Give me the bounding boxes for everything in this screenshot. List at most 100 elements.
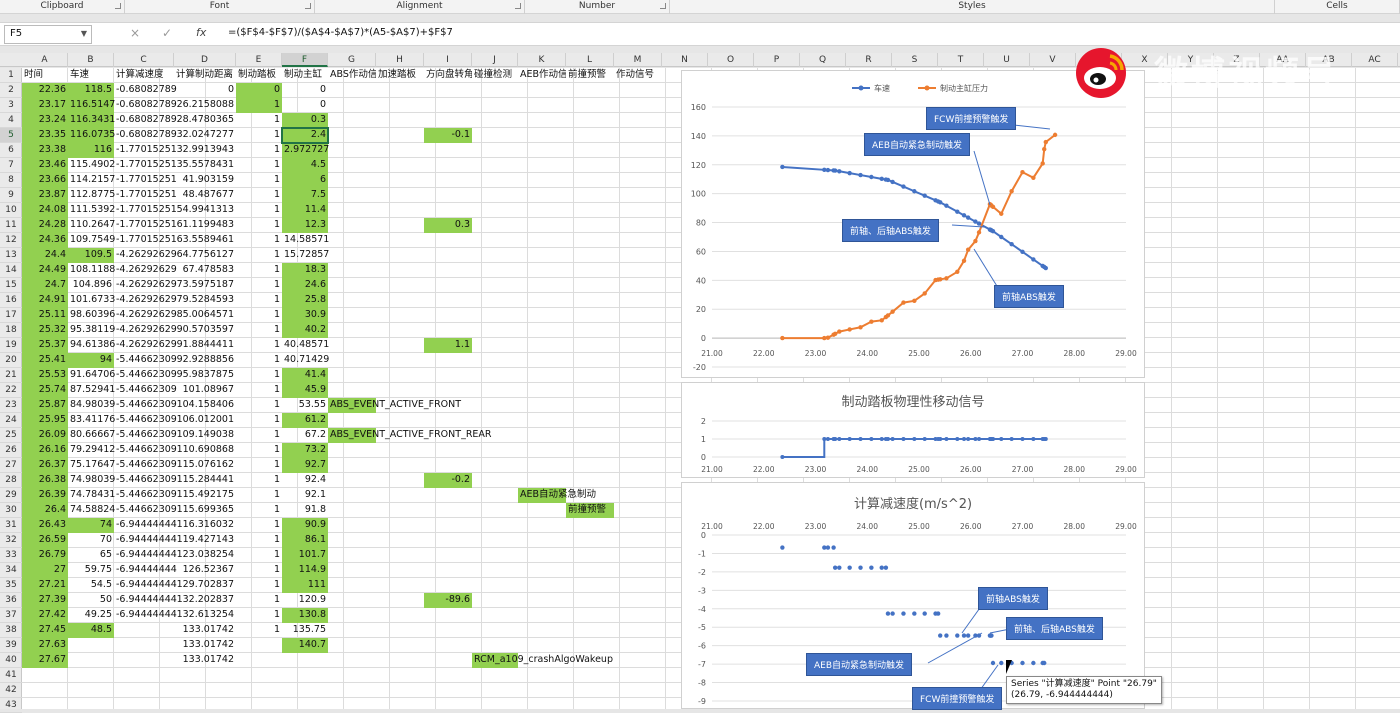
cell-f[interactable]: 73.2 — [282, 443, 328, 458]
cell-j[interactable]: 碰撞检测 — [472, 68, 518, 83]
cell-b[interactable]: 116.3431 — [68, 113, 115, 128]
cell-a[interactable]: 23.17 — [22, 98, 68, 113]
column-header-f[interactable]: F — [282, 53, 328, 67]
cell-d[interactable]: 54.9941313 — [174, 203, 236, 218]
cell-b[interactable]: 74.78431 — [68, 488, 115, 503]
cell-e[interactable]: 1 — [236, 248, 282, 263]
cell-e[interactable]: 1 — [236, 128, 282, 143]
chart-deceleration[interactable]: 计算减速度(m/s^2) 0 -1 -2 -3 -4 -5 -6 -7 -8 -9 21.00 22.… — [681, 482, 1145, 710]
cell-a[interactable]: 22.36 — [22, 83, 68, 98]
cell-a[interactable]: 27.67 — [22, 653, 68, 668]
cell-e[interactable]: 1 — [236, 308, 282, 323]
cell-c[interactable]: -6.94444444 — [114, 593, 177, 608]
cell-f[interactable]: 0 — [282, 98, 328, 113]
cell-c[interactable]: -5.44662309 — [114, 488, 177, 503]
cell-b[interactable]: 84.98039 — [68, 398, 115, 413]
cell-d[interactable]: 106.012001 — [174, 413, 236, 428]
cell-e[interactable]: 1 — [236, 473, 282, 488]
cell-a[interactable]: 26.59 — [22, 533, 68, 548]
cell-f[interactable]: 135.75 — [282, 623, 328, 638]
cell-c[interactable]: -0.68082789 — [114, 128, 177, 143]
cell-c[interactable]: -6.94444444 — [114, 548, 177, 563]
cell-a[interactable]: 25.32 — [22, 323, 68, 338]
row-header[interactable]: 40 — [0, 653, 22, 668]
cell-d[interactable]: 35.5578431 — [174, 158, 236, 173]
cell-d[interactable]: 64.7756127 — [174, 248, 236, 263]
cell-b[interactable]: 94.61386 — [68, 338, 115, 353]
cell-f[interactable]: 40.71429 — [282, 353, 329, 368]
cell-f[interactable]: 92.7 — [282, 458, 328, 473]
cell-b[interactable]: 49.25 — [68, 608, 114, 623]
cell-f[interactable]: 101.7 — [282, 548, 328, 563]
row-header[interactable]: 36 — [0, 593, 22, 608]
column-header-v[interactable]: V — [1030, 53, 1076, 67]
cell-f[interactable]: 92.4 — [282, 473, 328, 488]
row-header[interactable]: 16 — [0, 293, 22, 308]
cell-k[interactable]: AEB作动信号 — [518, 68, 566, 83]
cell-e[interactable]: 1 — [236, 203, 282, 218]
row-header[interactable]: 18 — [0, 323, 22, 338]
cell-b[interactable]: 116 — [68, 143, 114, 158]
cell-e[interactable]: 1 — [236, 383, 282, 398]
cell-f[interactable]: 53.55 — [282, 398, 328, 413]
column-header-h[interactable]: H — [376, 53, 424, 67]
row-header[interactable]: 23 — [0, 398, 22, 413]
cell-a[interactable]: 25.11 — [22, 308, 68, 323]
cell-e[interactable]: 1 — [236, 443, 282, 458]
column-header-p[interactable]: P — [754, 53, 800, 67]
cell-g[interactable]: ABS_EVENT_ACTIVE_FRONT — [328, 398, 461, 413]
cell-f[interactable]: 6 — [282, 173, 328, 188]
row-header[interactable]: 7 — [0, 158, 22, 173]
cell-d[interactable]: 32.0247277 — [174, 128, 236, 143]
cell-c[interactable]: -1.77015251 — [114, 173, 177, 188]
cell-c[interactable]: -0.68082789 — [114, 98, 177, 113]
row-header[interactable]: 8 — [0, 173, 22, 188]
row-header[interactable]: 3 — [0, 98, 22, 113]
cell-f[interactable]: 25.8 — [282, 293, 328, 308]
cell-d[interactable]: 91.8844411 — [174, 338, 236, 353]
formula-input[interactable]: =($F$4-$F$7)/($A$4-$A$7)*(A5-$A$7)+$F$7 — [228, 27, 453, 38]
column-header-c[interactable]: C — [114, 53, 174, 67]
cell-b[interactable]: 48.5 — [68, 623, 114, 638]
row-header[interactable]: 4 — [0, 113, 22, 128]
cell-b[interactable]: 74.58824 — [68, 503, 115, 518]
cell-c[interactable]: -4.26292629 — [114, 263, 177, 278]
enter-icon[interactable]: ✓ — [162, 26, 172, 40]
cell-f[interactable]: 15.72857 — [282, 248, 329, 263]
cell-c[interactable] — [114, 623, 174, 638]
cell-c[interactable]: -5.44662309 — [114, 473, 177, 488]
cell-b[interactable]: 79.29412 — [68, 443, 115, 458]
cell-c[interactable]: -5.44662309 — [114, 503, 177, 518]
cell-b[interactable]: 109.5 — [68, 248, 114, 263]
cell-a[interactable]: 23.46 — [22, 158, 68, 173]
cell-a[interactable]: 25.53 — [22, 368, 68, 383]
cell-b[interactable]: 101.6733 — [68, 293, 115, 308]
cell-b[interactable]: 108.1188 — [68, 263, 115, 278]
cell-d[interactable]: 109.149038 — [174, 428, 236, 443]
row-header[interactable]: 30 — [0, 503, 22, 518]
cell-c[interactable]: -1.77015251 — [114, 188, 177, 203]
cell-a[interactable]: 25.74 — [22, 383, 68, 398]
cell-e[interactable]: 1 — [236, 293, 282, 308]
cell-i[interactable]: -0.1 — [424, 128, 472, 143]
cell-e[interactable]: 1 — [236, 398, 282, 413]
cell-d[interactable]: 126.52367 — [174, 563, 236, 578]
cell-a[interactable]: 23.38 — [22, 143, 68, 158]
cell-g[interactable]: ABS作动信号 — [328, 68, 376, 83]
cell-f[interactable]: 114.9 — [282, 563, 328, 578]
row-header[interactable]: 12 — [0, 233, 22, 248]
cell-c[interactable]: -5.44662309 — [114, 458, 177, 473]
column-header-d[interactable]: D — [174, 53, 236, 67]
cell-b[interactable]: 110.2647 — [68, 218, 115, 233]
cell-b[interactable]: 54.5 — [68, 578, 114, 593]
cell-c[interactable]: -1.77015251 — [114, 143, 177, 158]
row-header[interactable]: 15 — [0, 278, 22, 293]
cell-f[interactable]: 41.4 — [282, 368, 328, 383]
cell-e[interactable]: 1 — [236, 158, 282, 173]
column-header-o[interactable]: O — [708, 53, 754, 67]
cell-a[interactable]: 25.95 — [22, 413, 68, 428]
cell-d[interactable]: 26.2158088 — [174, 98, 236, 113]
row-header[interactable]: 1 — [0, 68, 22, 83]
cell-d[interactable]: 115.699365 — [174, 503, 236, 518]
cell-d[interactable]: 104.158406 — [174, 398, 236, 413]
